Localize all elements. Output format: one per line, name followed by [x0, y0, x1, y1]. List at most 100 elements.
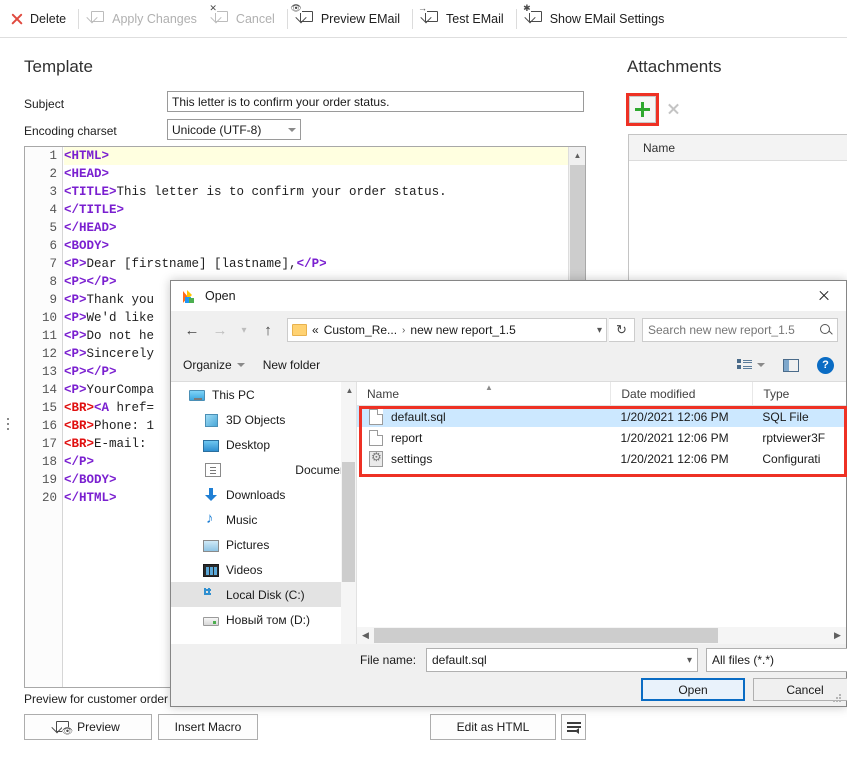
- encoding-charset-select[interactable]: Unicode (UTF-8): [167, 119, 301, 140]
- toolbar-button-delete[interactable]: Delete: [1, 6, 74, 32]
- scroll-right-icon[interactable]: ▶: [829, 630, 846, 641]
- html-tag-token: <P>: [64, 329, 87, 343]
- document-file-icon: [369, 408, 383, 425]
- line-number: 4: [49, 203, 57, 217]
- code-text-token: Sincerely: [86, 347, 155, 361]
- scrollbar-track[interactable]: [374, 628, 829, 643]
- panel-splitter-handle[interactable]: [7, 418, 11, 432]
- scroll-up-icon[interactable]: ▲: [341, 382, 356, 399]
- change-view-button[interactable]: [737, 359, 765, 371]
- navigation-pane[interactable]: This PC 3D Objects Desktop Documents Downloa…: [171, 382, 357, 644]
- scrollbar-thumb[interactable]: [342, 462, 355, 582]
- nav-item-downloads[interactable]: Downloads: [171, 482, 356, 507]
- chevron-down-icon[interactable]: ▾: [597, 325, 602, 336]
- remove-attachment-button[interactable]: [662, 98, 684, 120]
- html-tag-token: </P>: [296, 257, 327, 271]
- toolbar-button-apply-changes[interactable]: Apply Changes: [83, 6, 205, 32]
- html-tag-token: <HTML>: [64, 149, 110, 163]
- toolbar-button-cancel[interactable]: ✕ Cancel: [207, 3, 283, 32]
- html-tag-token: <A: [94, 401, 110, 415]
- code-line[interactable]: </HEAD>: [64, 219, 568, 237]
- column-header-type[interactable]: Type: [752, 382, 846, 405]
- file-row[interactable]: settings 1/20/2021 12:06 PM Configurati: [357, 448, 846, 469]
- preview-email-icon: 👁: [52, 720, 74, 736]
- code-line[interactable]: <HEAD>: [64, 165, 568, 183]
- preview-button[interactable]: 👁 Preview: [24, 714, 152, 740]
- column-header-date-label: Date modified: [621, 386, 696, 401]
- insert-macro-button[interactable]: Insert Macro: [158, 714, 258, 740]
- help-icon[interactable]: ?: [817, 356, 834, 374]
- file-type-cell: rptviewer3F: [762, 430, 826, 445]
- scrollbar-thumb[interactable]: [374, 628, 718, 643]
- dialog-close-button[interactable]: [802, 281, 846, 311]
- nav-item-pictures[interactable]: Pictures: [171, 532, 356, 557]
- up-button[interactable]: ↑: [255, 317, 281, 343]
- chevron-down-icon[interactable]: ▾: [687, 655, 692, 666]
- breadcrumb-current[interactable]: new new report_1.5: [410, 323, 515, 337]
- preview-pane-icon[interactable]: [783, 358, 799, 372]
- scroll-up-icon[interactable]: ▲: [569, 147, 585, 164]
- html-tag-token: </TITLE>: [64, 203, 125, 217]
- file-name-text: report: [391, 430, 423, 445]
- back-button[interactable]: ←: [179, 317, 205, 343]
- scroll-left-icon[interactable]: ◀: [357, 630, 374, 641]
- column-header-date-modified[interactable]: Date modified: [610, 382, 752, 405]
- resize-grip[interactable]: [833, 694, 843, 704]
- nav-item-local-disk-c[interactable]: Local Disk (C:): [171, 582, 356, 607]
- code-line[interactable]: </TITLE>: [64, 201, 568, 219]
- organize-menu[interactable]: Organize: [183, 358, 245, 372]
- preview-button-label: Preview: [77, 720, 120, 734]
- dialog-title-bar[interactable]: Open: [171, 281, 846, 311]
- toolbar-button-show-email-settings[interactable]: ✱ Show EMail Settings: [521, 3, 673, 32]
- subject-input[interactable]: [167, 91, 584, 112]
- breadcrumb-separator: ›: [402, 324, 406, 336]
- nav-item-desktop[interactable]: Desktop: [171, 432, 356, 457]
- nav-pane-scrollbar[interactable]: ▲: [341, 382, 356, 644]
- line-number: 13: [41, 365, 57, 379]
- code-text-token: Do not he: [86, 329, 155, 343]
- word-wrap-toggle-button[interactable]: [561, 714, 586, 740]
- html-tag-token: </HTML>: [64, 491, 117, 505]
- column-header-name[interactable]: Name ▲: [357, 382, 610, 405]
- refresh-button[interactable]: ↻: [609, 318, 635, 342]
- forward-button[interactable]: →: [207, 317, 233, 343]
- add-attachment-button[interactable]: [629, 96, 656, 123]
- nav-item-videos[interactable]: Videos: [171, 557, 356, 582]
- file-row[interactable]: default.sql 1/20/2021 12:06 PM SQL File: [357, 406, 846, 427]
- new-folder-button[interactable]: New folder: [263, 358, 320, 372]
- encoding-charset-value: Unicode (UTF-8): [172, 122, 262, 137]
- attachments-heading: Attachments: [627, 57, 722, 76]
- file-row[interactable]: report 1/20/2021 12:06 PM rptviewer3F: [357, 427, 846, 448]
- edit-as-html-button[interactable]: Edit as HTML: [430, 714, 556, 740]
- document-file-icon: [369, 429, 383, 446]
- nav-item-3d-objects[interactable]: 3D Objects: [171, 407, 356, 432]
- file-list-pane[interactable]: Name ▲ Date modified Type default.sql 1/2…: [357, 382, 846, 644]
- nav-item-this-pc[interactable]: This PC: [171, 382, 356, 407]
- breadcrumb-parent[interactable]: Custom_Re...: [324, 323, 397, 337]
- toolbar-button-preview-email[interactable]: 👁 Preview EMail: [290, 3, 408, 32]
- file-type-filter-select[interactable]: All files (*.*) ▾: [706, 648, 847, 672]
- code-line[interactable]: <HTML>: [64, 147, 568, 165]
- nav-item-music[interactable]: Music: [171, 507, 356, 532]
- code-line[interactable]: <P>Dear [firstname] [lastname],</P>: [64, 255, 568, 273]
- open-button[interactable]: Open: [641, 678, 745, 701]
- attachments-column-header[interactable]: Name: [629, 135, 847, 161]
- breadcrumb[interactable]: « Custom_Re... › new new report_1.5 ▾: [287, 318, 607, 342]
- nav-item-d[interactable]: Новый том (D:): [171, 607, 356, 632]
- code-line[interactable]: <BODY>: [64, 237, 568, 255]
- code-text-token: We'd like: [86, 311, 155, 325]
- html-tag-token: <TITLE>: [64, 185, 117, 199]
- scrollbar-thumb[interactable]: [570, 165, 585, 285]
- file-list-horizontal-scrollbar[interactable]: ◀ ▶: [357, 627, 846, 644]
- open-file-dialog: Open ← → ▾ ↑ « Custom_Re... › new new re…: [170, 280, 847, 707]
- code-line[interactable]: <TITLE>This letter is to confirm your or…: [64, 183, 568, 201]
- toolbar-button-test-email[interactable]: → Test EMail: [417, 3, 512, 32]
- toolbar-separator: [286, 8, 288, 29]
- recent-locations-button[interactable]: ▾: [235, 317, 253, 343]
- html-tag-token: </P>: [86, 275, 117, 289]
- search-input[interactable]: Search new new report_1.5: [642, 318, 838, 342]
- nav-item-documents[interactable]: Documents: [171, 457, 356, 482]
- file-name-input[interactable]: default.sql ▾: [426, 648, 698, 672]
- cancel-button-label: Cancel: [786, 682, 824, 697]
- new-folder-label: New folder: [262, 358, 321, 372]
